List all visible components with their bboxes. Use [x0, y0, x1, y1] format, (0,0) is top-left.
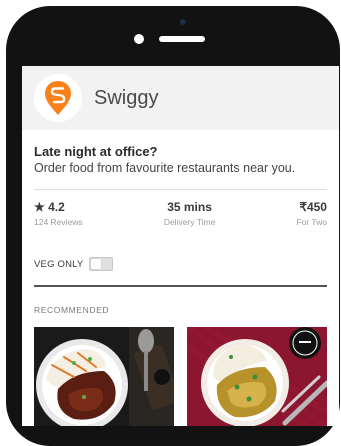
app-title: Swiggy — [94, 86, 159, 109]
rating-label: 124 Reviews — [34, 217, 83, 227]
delivery-value: 35 mins — [167, 200, 212, 214]
front-camera — [180, 19, 186, 25]
delivery-stat: 35 mins Delivery Time — [164, 200, 215, 227]
veg-only-filter: VEG ONLY — [34, 257, 327, 271]
swiggy-logo-icon — [45, 81, 71, 115]
recommended-section-label: RECOMMENDED — [34, 305, 110, 315]
app-screen: Swiggy Late night at office? Order food … — [22, 66, 339, 426]
restaurant-stats: ★ 4.2 124 Reviews 35 mins Delivery Time … — [34, 200, 327, 227]
divider — [34, 189, 327, 190]
veg-only-label: VEG ONLY — [34, 258, 84, 270]
veg-only-toggle[interactable] — [89, 257, 114, 271]
recommended-list — [34, 327, 327, 426]
proximity-sensor — [134, 34, 144, 44]
price-value: ₹450 — [299, 200, 327, 214]
promo-subline: Order food from favourite restaurants ne… — [34, 161, 296, 175]
delivery-label: Delivery Time — [163, 217, 216, 227]
earpiece-speaker — [159, 36, 205, 42]
section-divider — [34, 285, 327, 287]
recommended-item-card[interactable] — [34, 327, 174, 426]
swiggy-logo[interactable] — [34, 74, 82, 122]
food-image-rice-bowl — [34, 327, 174, 426]
rating-stat: ★ 4.2 124 Reviews — [34, 200, 83, 227]
toggle-knob — [91, 259, 102, 269]
rating-value: ★ 4.2 — [34, 200, 65, 214]
recommended-item-card[interactable] — [187, 327, 327, 426]
food-image-curry-bowl — [187, 327, 327, 426]
price-stat: ₹450 For Two — [296, 200, 327, 227]
app-header: Swiggy — [22, 66, 339, 130]
promo-headline: Late night at office? — [34, 144, 158, 159]
price-label: For Two — [296, 217, 327, 227]
